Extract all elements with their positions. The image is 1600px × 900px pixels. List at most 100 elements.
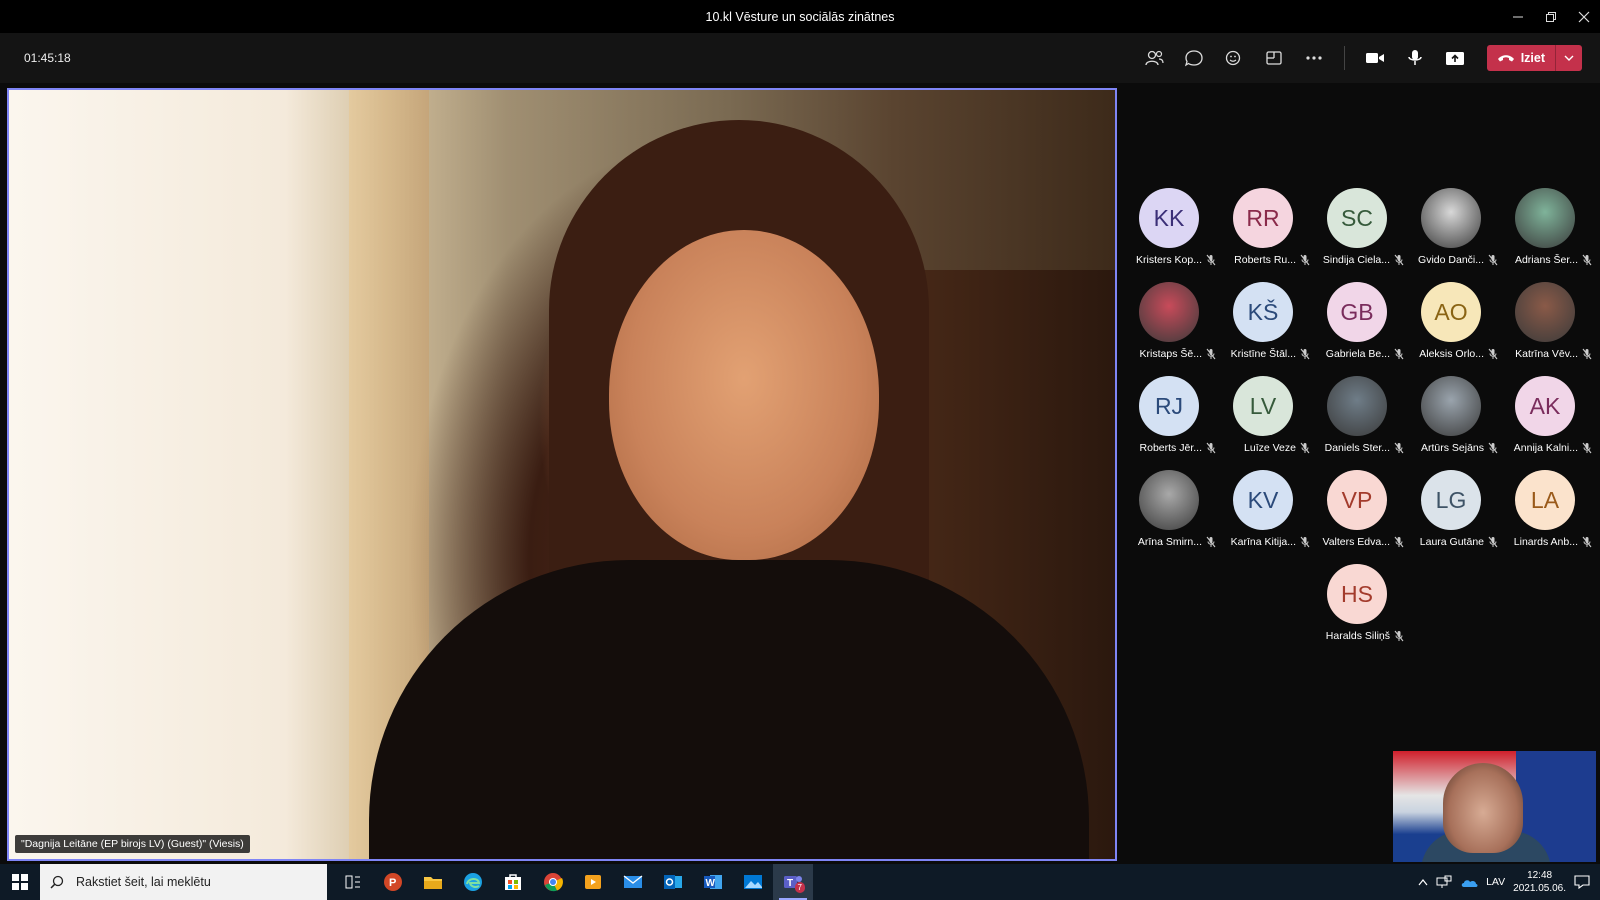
hang-up-icon [1497, 55, 1514, 62]
self-view-person-face [1443, 763, 1523, 853]
participant-tile[interactable]: Daniels Ster... [1310, 376, 1404, 468]
participant-name: Daniels Ster... [1324, 442, 1390, 454]
muted-mic-icon [1582, 348, 1592, 360]
participant-name: Roberts Ru... [1234, 254, 1296, 266]
clock-date: 2021.05.06. [1513, 883, 1566, 894]
reactions-icon[interactable] [1214, 43, 1254, 73]
file-explorer-icon[interactable] [413, 864, 453, 900]
participant-avatar: HS [1327, 564, 1387, 624]
muted-mic-icon [1488, 442, 1498, 454]
chat-icon[interactable] [1174, 43, 1214, 73]
taskbar-search-box[interactable]: Rakstiet šeit, lai meklētu [40, 864, 327, 900]
participant-tile[interactable]: RR Roberts Ru... [1216, 188, 1310, 280]
muted-mic-icon [1582, 254, 1592, 266]
participant-tile[interactable]: AK Annija Kalni... [1498, 376, 1592, 468]
photos-icon[interactable] [733, 864, 773, 900]
task-view-icon[interactable] [333, 864, 373, 900]
muted-mic-icon [1206, 442, 1216, 454]
teams-icon[interactable]: T 7 [773, 864, 813, 900]
windows-start-icon[interactable] [0, 864, 40, 900]
notifications-icon[interactable] [1574, 875, 1590, 889]
participant-name: Kristers Kop... [1136, 254, 1202, 266]
participant-tile[interactable]: AO Aleksis Orlo... [1404, 282, 1498, 374]
participant-tile[interactable]: Artūrs Sejāns [1404, 376, 1498, 468]
participant-tile[interactable]: KK Kristers Kop... [1122, 188, 1216, 280]
chevron-down-icon[interactable] [1556, 45, 1582, 71]
participant-tile[interactable]: HS Haralds Siliņš [1310, 564, 1404, 656]
participant-tile[interactable]: Gvido Danči... [1404, 188, 1498, 280]
participant-tile[interactable]: Adrians Šer... [1498, 188, 1592, 280]
microphone-icon[interactable] [1395, 43, 1435, 73]
muted-mic-icon [1394, 254, 1404, 266]
participants-icon[interactable] [1134, 43, 1174, 73]
participant-name: Kristaps Šē... [1139, 348, 1202, 360]
participant-tile[interactable]: RJ Roberts Jēr... [1122, 376, 1216, 468]
language-indicator[interactable]: LAV [1486, 876, 1505, 888]
muted-mic-icon [1582, 442, 1592, 454]
participant-name: Haralds Siliņš [1325, 630, 1390, 642]
participant-name: Adrians Šer... [1514, 254, 1578, 266]
muted-mic-icon [1394, 348, 1404, 360]
taskbar-clock[interactable]: 12:48 2021.05.06. [1513, 869, 1566, 895]
more-options-icon[interactable] [1294, 43, 1334, 73]
word-icon[interactable]: W [693, 864, 733, 900]
svg-text:W: W [706, 878, 716, 889]
powerpoint-icon[interactable]: P [373, 864, 413, 900]
muted-mic-icon [1394, 536, 1404, 548]
muted-mic-icon [1488, 254, 1498, 266]
store-icon[interactable] [493, 864, 533, 900]
outlook-icon[interactable] [653, 864, 693, 900]
camera-icon[interactable] [1355, 43, 1395, 73]
main-video-feed[interactable]: "Dagnija Leitāne (EP birojs LV) (Guest)"… [7, 88, 1117, 861]
participant-name: Roberts Jēr... [1139, 442, 1202, 454]
network-icon[interactable] [1436, 875, 1452, 889]
video-speaker-face [609, 230, 879, 560]
participant-tile[interactable]: GB Gabriela Be... [1310, 282, 1404, 374]
close-icon[interactable] [1567, 0, 1600, 33]
minimize-icon[interactable] [1501, 0, 1534, 33]
participant-avatar: GB [1327, 282, 1387, 342]
self-view-video[interactable] [1393, 751, 1596, 862]
leave-button-main[interactable]: Iziet [1487, 45, 1556, 71]
participant-tile[interactable]: Katrīna Vēv... [1498, 282, 1592, 374]
window-controls [1501, 0, 1600, 33]
participant-tile[interactable]: VP Valters Edva... [1310, 470, 1404, 562]
participant-name: Artūrs Sejāns [1420, 442, 1484, 454]
chrome-icon[interactable] [533, 864, 573, 900]
participant-tile[interactable]: LG Laura Gutāne [1404, 470, 1498, 562]
mail-icon[interactable] [613, 864, 653, 900]
participant-tile[interactable]: SC Sindija Ciela... [1310, 188, 1404, 280]
share-screen-icon[interactable] [1435, 43, 1475, 73]
participant-avatar-photo [1139, 470, 1199, 530]
media-player-icon[interactable] [573, 864, 613, 900]
participant-avatar: RR [1233, 188, 1293, 248]
participant-name: Gvido Danči... [1418, 254, 1484, 266]
search-placeholder: Rakstiet šeit, lai meklētu [76, 875, 211, 889]
participant-avatar: LG [1421, 470, 1481, 530]
participant-tile[interactable]: LV Luīze Veze [1216, 376, 1310, 468]
participant-name: Kristīne Štāl... [1230, 348, 1296, 360]
rooms-icon[interactable] [1254, 43, 1294, 73]
muted-mic-icon [1206, 348, 1216, 360]
chevron-up-icon[interactable] [1418, 878, 1428, 886]
participant-tile[interactable]: Kristaps Šē... [1122, 282, 1216, 374]
muted-mic-icon [1488, 536, 1498, 548]
participant-tile[interactable]: Arīna Smirn... [1122, 470, 1216, 562]
title-bar: 10.kl Vēsture un sociālās zinātnes [0, 0, 1600, 33]
leave-button[interactable]: Iziet [1486, 45, 1582, 71]
participant-name: Karīna Kitija... [1230, 536, 1296, 548]
participant-name: Aleksis Orlo... [1419, 348, 1484, 360]
participant-avatar: AO [1421, 282, 1481, 342]
edge-icon[interactable] [453, 864, 493, 900]
participant-tile[interactable]: KV Karīna Kitija... [1216, 470, 1310, 562]
participant-avatar: KV [1233, 470, 1293, 530]
muted-mic-icon [1394, 442, 1404, 454]
windows-taskbar: Rakstiet šeit, lai meklētu P W T 7 LAV 1… [0, 864, 1600, 900]
restore-icon[interactable] [1534, 0, 1567, 33]
meeting-timer: 01:45:18 [24, 51, 71, 65]
onedrive-icon[interactable] [1460, 876, 1478, 888]
participant-name: Luīze Veze [1244, 442, 1296, 454]
participant-tile[interactable]: KŠ Kristīne Štāl... [1216, 282, 1310, 374]
participant-avatar: VP [1327, 470, 1387, 530]
participant-tile[interactable]: LA Linards Anb... [1498, 470, 1592, 562]
